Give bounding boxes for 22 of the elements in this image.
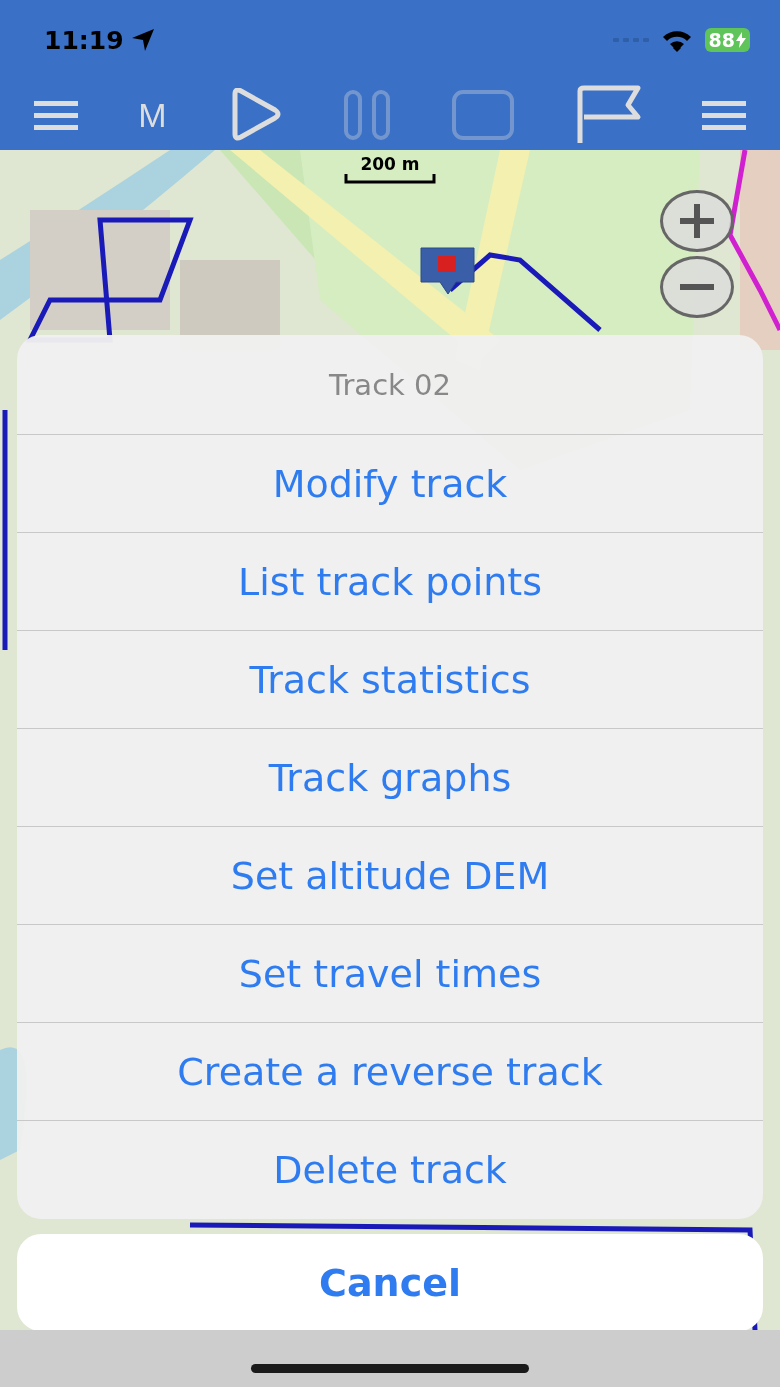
- battery-level: 88: [704, 28, 750, 52]
- scale-label: 200 m: [360, 154, 420, 174]
- charging-icon: [736, 32, 746, 48]
- action-item[interactable]: Modify track: [17, 435, 763, 533]
- action-item[interactable]: Create a reverse track: [17, 1023, 763, 1121]
- menu-button[interactable]: [34, 100, 78, 130]
- menu-button[interactable]: [701, 100, 746, 130]
- scale-bar-icon: [344, 174, 436, 184]
- signal-icon: [612, 36, 649, 44]
- plus-icon: [677, 201, 717, 241]
- minus-icon: [677, 284, 717, 290]
- action-item[interactable]: Track graphs: [17, 729, 763, 827]
- action-item[interactable]: Track statistics: [17, 631, 763, 729]
- action-item[interactable]: Set altitude DEM: [17, 827, 763, 925]
- flag-button[interactable]: [575, 85, 642, 145]
- action-item[interactable]: Delete track: [17, 1121, 763, 1219]
- sheet-title: Track 02: [17, 335, 763, 435]
- action-item[interactable]: Set travel times: [17, 925, 763, 1023]
- clock-time: 11:19: [44, 25, 124, 55]
- action-item[interactable]: List track points: [17, 533, 763, 631]
- mode-button[interactable]: M: [138, 95, 169, 135]
- cancel-button[interactable]: Cancel: [17, 1234, 763, 1330]
